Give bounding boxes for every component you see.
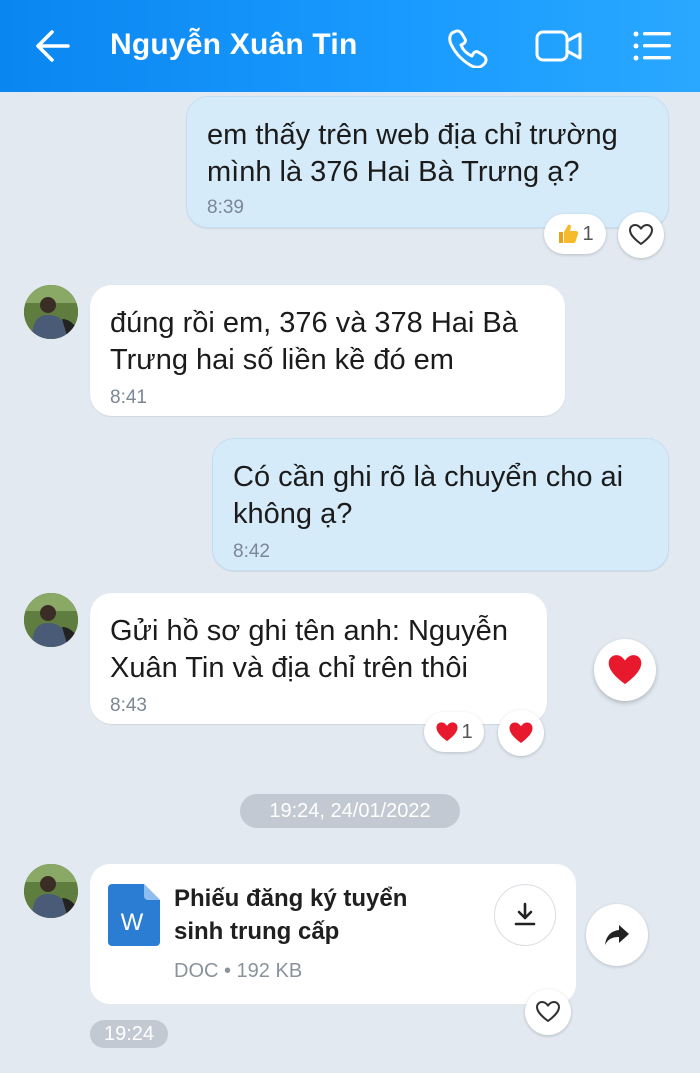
message-text: Gửi hồ sơ ghi tên anh: Nguyễn Xuân Tin v…: [110, 613, 508, 687]
thumbs-up-icon: [559, 224, 579, 243]
contact-avatar[interactable]: [24, 864, 78, 918]
message-line: Trưng hai số liền kề đó em: [110, 344, 454, 376]
back-button[interactable]: [28, 24, 78, 68]
message-line: Gửi hồ sơ ghi tên anh: Nguyễn: [110, 615, 508, 647]
message-bubble-outgoing[interactable]: Có cần ghi rõ là chuyển cho ai không ạ? …: [212, 438, 669, 571]
share-arrow-icon: [605, 925, 629, 945]
svg-text:W: W: [121, 909, 144, 936]
message-bubble-incoming[interactable]: đúng rồi em, 376 và 378 Hai Bà Trưng hai…: [90, 285, 565, 416]
message-line: Có cần ghi rõ là chuyển cho ai: [233, 461, 624, 493]
forward-button[interactable]: [586, 904, 648, 966]
heart-icon: [436, 722, 458, 742]
back-arrow-icon: [36, 30, 70, 62]
call-button[interactable]: [442, 24, 494, 69]
react-button[interactable]: [525, 989, 571, 1035]
file-name-line: sinh trung cấp: [174, 918, 340, 945]
message-bubble-incoming[interactable]: Gửi hồ sơ ghi tên anh: Nguyễn Xuân Tin v…: [90, 593, 547, 724]
react-button[interactable]: [618, 212, 664, 258]
file-meta: DOC • 192 KB: [174, 960, 303, 982]
menu-button[interactable]: [628, 24, 680, 68]
reaction-badge-thumbs-up[interactable]: 1: [544, 214, 606, 254]
phone-icon: [448, 29, 488, 69]
heart-react-button[interactable]: [498, 710, 544, 756]
date-separator: 19:24, 24/01/2022: [240, 794, 460, 828]
contact-avatar[interactable]: [24, 285, 78, 339]
reaction-count: 1: [582, 222, 594, 245]
heart-react-button[interactable]: [594, 639, 656, 701]
message-line: đúng rồi em, 376 và 378 Hai Bà: [110, 307, 518, 339]
reaction-count: 1: [461, 720, 473, 743]
heart-outline-icon: [629, 224, 653, 245]
message-text: em thấy trên web địa chỉ trường mình là …: [207, 117, 618, 191]
message-time: 8:42: [233, 541, 270, 562]
reaction-badge-heart[interactable]: 1: [424, 712, 484, 752]
file-message-time: 19:24: [90, 1020, 168, 1048]
message-line: không ạ?: [233, 498, 353, 530]
word-document-icon: W: [108, 884, 160, 946]
download-icon: [514, 902, 536, 926]
message-text: đúng rồi em, 376 và 378 Hai Bà Trưng hai…: [110, 305, 518, 379]
chat-header: Nguyễn Xuân Tin: [0, 0, 700, 92]
message-time: 8:41: [110, 387, 147, 408]
person-photo-icon: [24, 285, 78, 339]
file-name-line: Phiếu đăng ký tuyển: [174, 885, 408, 912]
heart-outline-icon: [536, 1001, 560, 1022]
heart-icon: [509, 722, 533, 743]
heart-icon: [608, 655, 642, 685]
download-button[interactable]: [494, 884, 556, 946]
message-line: Xuân Tin và địa chỉ trên thôi: [110, 652, 468, 684]
message-bubble-outgoing[interactable]: em thấy trên web địa chỉ trường mình là …: [186, 96, 669, 228]
contact-avatar[interactable]: [24, 593, 78, 647]
file-name: Phiếu đăng ký tuyển sinh trung cấp: [174, 882, 407, 948]
video-camera-icon: [535, 30, 582, 62]
video-call-button[interactable]: [533, 24, 585, 68]
message-time: 8:43: [110, 695, 147, 716]
person-photo-icon: [24, 864, 78, 918]
contact-name: Nguyễn Xuân Tin: [110, 28, 358, 61]
message-line: mình là 376 Hai Bà Trưng ạ?: [207, 156, 580, 188]
person-photo-icon: [24, 593, 78, 647]
message-time: 8:39: [207, 197, 244, 218]
file-attachment-card[interactable]: W Phiếu đăng ký tuyển sinh trung cấp DOC…: [90, 864, 576, 1004]
list-menu-icon: [633, 31, 671, 61]
message-line: em thấy trên web địa chỉ trường: [207, 119, 618, 151]
message-text: Có cần ghi rõ là chuyển cho ai không ạ?: [233, 459, 623, 533]
